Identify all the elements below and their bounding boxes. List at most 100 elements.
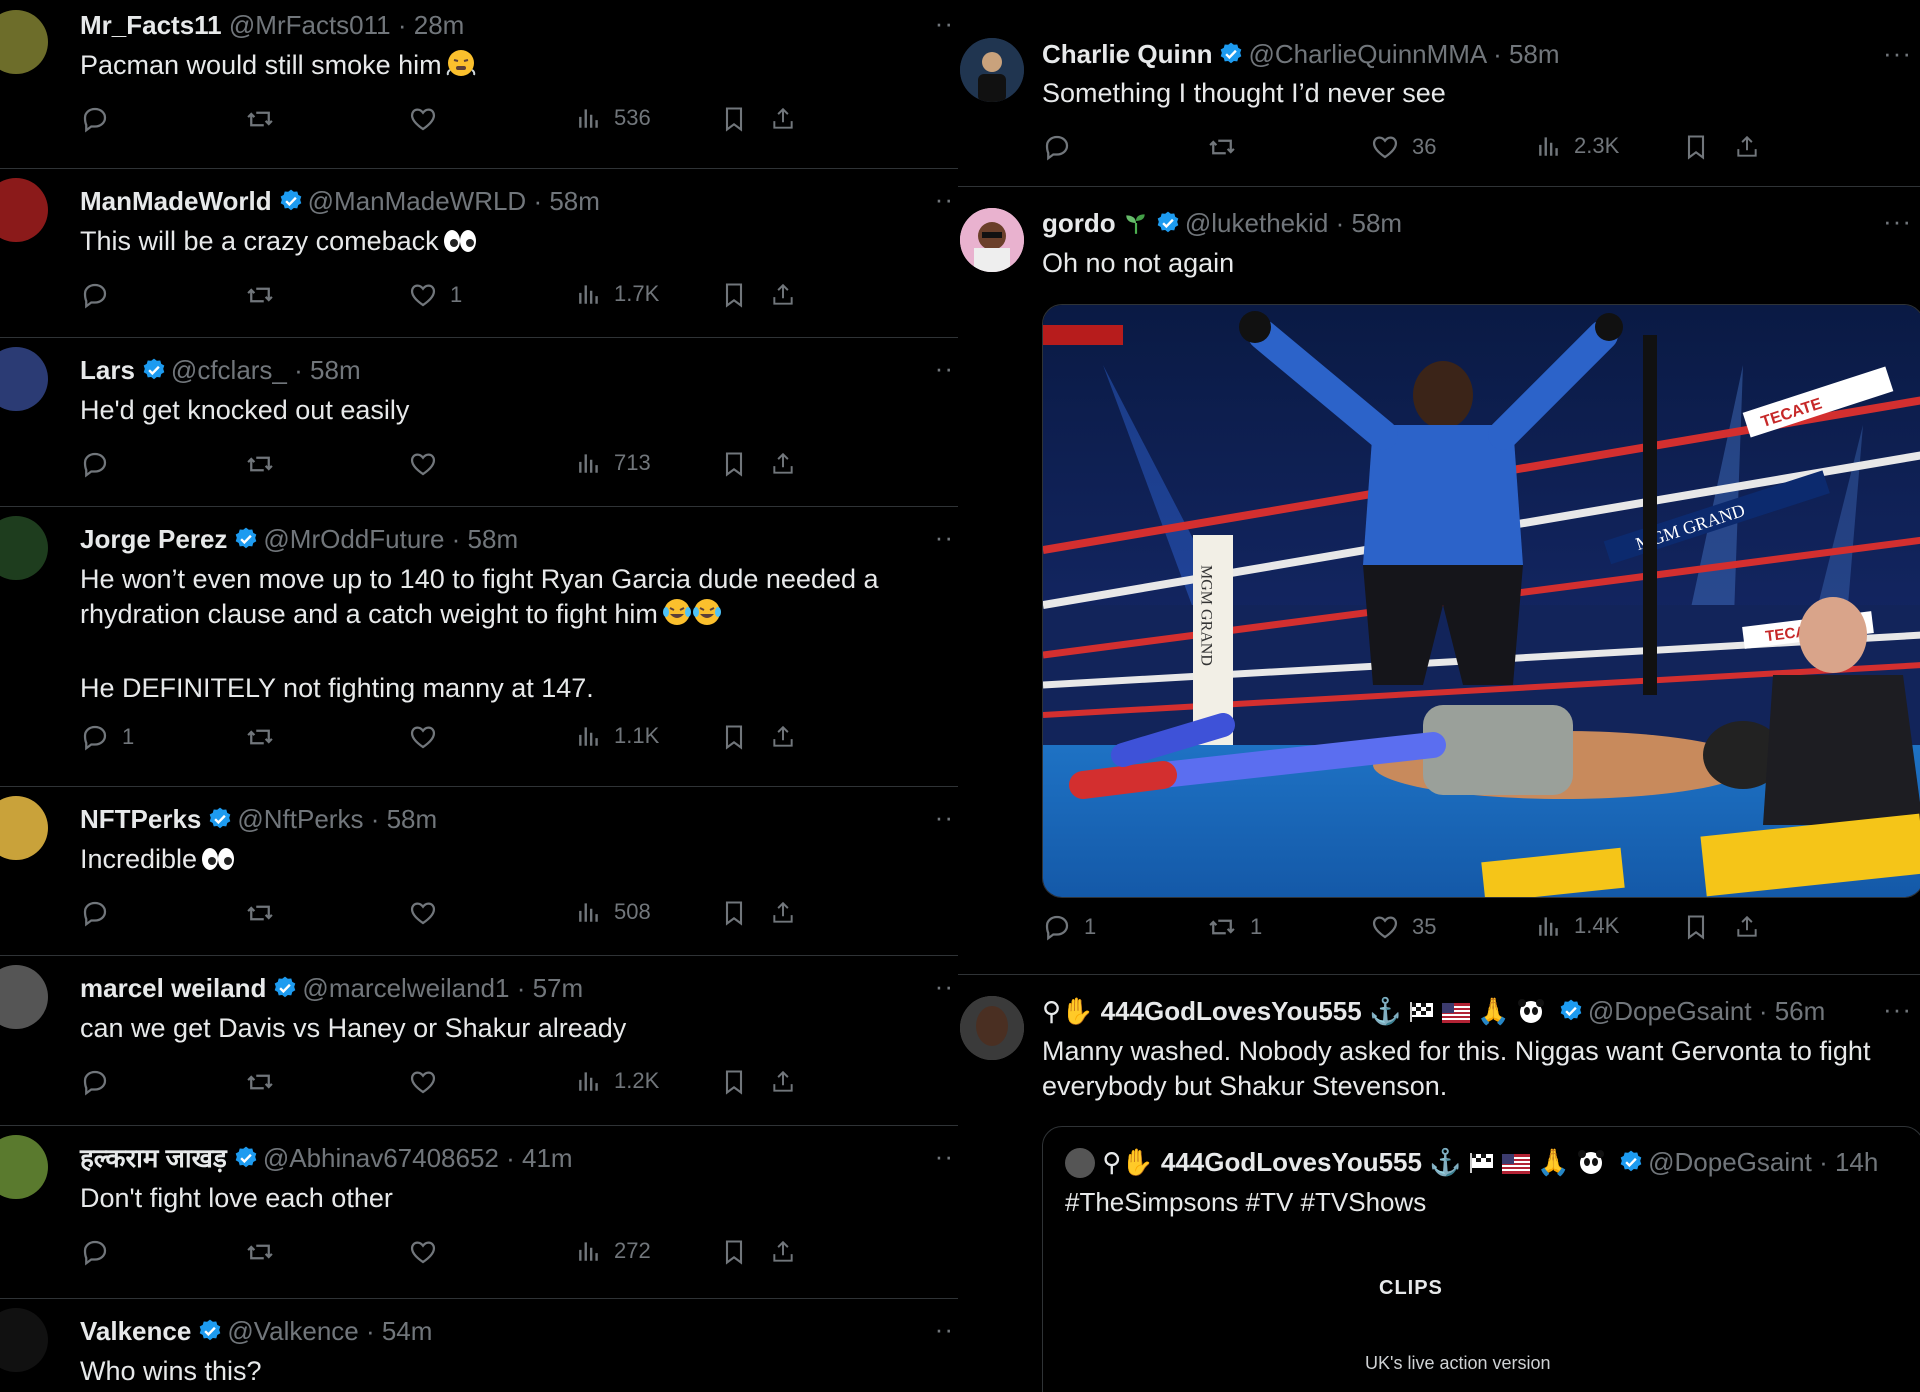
more-icon[interactable]: ·· [935, 1314, 954, 1345]
bookmark-button[interactable] [720, 1237, 748, 1267]
views-button[interactable]: 1.1K [576, 722, 659, 750]
reply-button[interactable] [80, 1067, 122, 1097]
like-button[interactable] [408, 1237, 450, 1267]
avatar[interactable] [960, 38, 1024, 102]
timestamp[interactable]: · 57m [517, 973, 583, 1003]
reply-button[interactable] [80, 104, 122, 134]
handle[interactable]: @NftPerks [237, 804, 363, 834]
more-icon[interactable]: ·· [935, 353, 954, 384]
avatar[interactable] [0, 796, 48, 860]
repost-button[interactable]: 1 [1206, 912, 1262, 942]
timestamp[interactable]: · 58m [533, 186, 599, 216]
timestamp[interactable]: · 58m [1336, 208, 1402, 238]
timestamp[interactable]: · 56m [1759, 996, 1825, 1026]
tweet[interactable]: NFTPerks @NftPerks · 58m ·· Incredible 508 [0, 786, 958, 956]
like-button[interactable]: 1 [408, 280, 462, 310]
timestamp[interactable]: · 58m [1493, 39, 1559, 69]
more-icon[interactable]: ··· [1883, 994, 1912, 1025]
tweet[interactable]: ManMadeWorld @ManMadeWRLD · 58m ·· This wil… [0, 168, 958, 338]
tweet[interactable]: Jorge Perez @MrOddFuture · 58m ·· He won’t … [0, 506, 958, 787]
display-name[interactable]: 444GodLovesYou555 [1101, 996, 1362, 1026]
bookmark-button[interactable] [720, 449, 748, 479]
display-name[interactable]: Valkence [80, 1316, 191, 1346]
handle[interactable]: @DopeGsaint [1588, 996, 1752, 1026]
share-button[interactable] [770, 449, 796, 479]
repost-button[interactable] [244, 280, 288, 310]
handle[interactable]: @lukethekid [1185, 208, 1328, 238]
tweet-gordo[interactable]: gordo @lukethekid · 58m ··· Oh no not ag… [958, 186, 1920, 975]
handle[interactable]: @ManMadeWRLD [308, 186, 527, 216]
like-button[interactable] [408, 104, 450, 134]
views-button[interactable]: 1.2K [576, 1067, 659, 1095]
avatar[interactable] [0, 1135, 48, 1199]
like-button[interactable]: 35 [1370, 912, 1436, 942]
tweet[interactable]: Lars @cfclars_ · 58m ·· He'd get knocked ou… [0, 337, 958, 507]
bookmark-button[interactable] [1682, 132, 1710, 162]
reply-button[interactable]: 1 [1042, 912, 1096, 942]
display-name[interactable]: gordo [1042, 208, 1116, 238]
avatar[interactable] [0, 516, 48, 580]
more-icon[interactable]: ··· [1883, 206, 1912, 237]
bookmark-button[interactable] [720, 898, 748, 928]
share-button[interactable] [770, 280, 796, 310]
avatar[interactable] [0, 10, 48, 74]
tweet[interactable]: हल्कराम जाखड़ @Abhinav67408652 · 41m ·· Don… [0, 1125, 958, 1299]
handle[interactable]: @Valkence [227, 1316, 358, 1346]
more-icon[interactable]: ·· [935, 522, 954, 553]
display-name[interactable]: ManMadeWorld [80, 186, 272, 216]
timestamp[interactable]: · 58m [371, 804, 437, 834]
timestamp[interactable]: · 58m [294, 355, 360, 385]
reply-button[interactable] [1042, 132, 1084, 162]
reply-button[interactable] [80, 280, 122, 310]
more-icon[interactable]: ··· [1883, 38, 1912, 69]
share-button[interactable] [770, 722, 796, 752]
avatar[interactable] [0, 347, 48, 411]
handle[interactable]: @CharlieQuinnMMA [1248, 39, 1485, 69]
views-button[interactable]: 272 [576, 1237, 651, 1265]
repost-button[interactable] [244, 449, 288, 479]
reply-button[interactable] [80, 898, 122, 928]
display-name[interactable]: Lars [80, 355, 135, 385]
more-icon[interactable]: ·· [935, 8, 954, 39]
tweet-charlie-quinn[interactable]: Charlie Quinn @CharlieQuinnMMA · 58m ··· … [958, 0, 1920, 187]
avatar[interactable] [0, 1308, 48, 1372]
timestamp[interactable]: · 54m [366, 1316, 432, 1346]
handle[interactable]: @marcelweiland1 [302, 973, 509, 1003]
repost-button[interactable] [244, 898, 288, 928]
more-icon[interactable]: ·· [935, 802, 954, 833]
tweet[interactable]: Valkence @Valkence · 54m ·· Who wins this? [0, 1298, 958, 1392]
repost-button[interactable] [244, 1237, 288, 1267]
display-name[interactable]: Charlie Quinn [1042, 39, 1212, 69]
repost-button[interactable] [244, 104, 288, 134]
tweet[interactable]: marcel weiland @marcelweiland1 · 57m ·· can… [0, 955, 958, 1126]
share-button[interactable] [770, 104, 796, 134]
handle[interactable]: @MrOddFuture [263, 524, 444, 554]
repost-button[interactable] [244, 1067, 288, 1097]
views-button[interactable]: 536 [576, 104, 651, 132]
repost-button[interactable] [1206, 132, 1250, 162]
more-icon[interactable]: ·· [935, 184, 954, 215]
quoted-tweet[interactable]: ⚲✋ 444GodLovesYou555 ⚓ 🙏 @DopeGsaint · 1… [1042, 1126, 1920, 1392]
share-button[interactable] [1734, 132, 1760, 162]
views-button[interactable]: 508 [576, 898, 651, 926]
like-button[interactable] [408, 722, 450, 752]
timestamp[interactable]: · 41m [506, 1143, 572, 1173]
display-name[interactable]: Mr_Facts11 [80, 10, 222, 40]
tweet-photo-boxing-knockdown[interactable]: TECATE TECATE MGM GRAND MGM GRAND [1042, 304, 1920, 898]
like-button[interactable] [408, 1067, 450, 1097]
like-button[interactable] [408, 449, 450, 479]
bookmark-button[interactable] [720, 1067, 748, 1097]
display-name[interactable]: NFTPerks [80, 804, 201, 834]
views-button[interactable]: 713 [576, 449, 651, 477]
more-icon[interactable]: ·· [935, 971, 954, 1002]
share-button[interactable] [770, 1067, 796, 1097]
tweet-dopegsaint[interactable]: ⚲✋ 444GodLovesYou555 ⚓ 🙏 @DopeGsaint · 5… [958, 974, 1920, 1392]
bookmark-button[interactable] [720, 104, 748, 134]
reply-button[interactable]: 1 [80, 722, 134, 752]
reply-button[interactable] [80, 1237, 122, 1267]
avatar[interactable] [0, 965, 48, 1029]
bookmark-button[interactable] [720, 722, 748, 752]
avatar[interactable] [960, 208, 1024, 272]
bookmark-button[interactable] [1682, 912, 1710, 942]
handle[interactable]: @MrFacts011 [229, 10, 391, 40]
